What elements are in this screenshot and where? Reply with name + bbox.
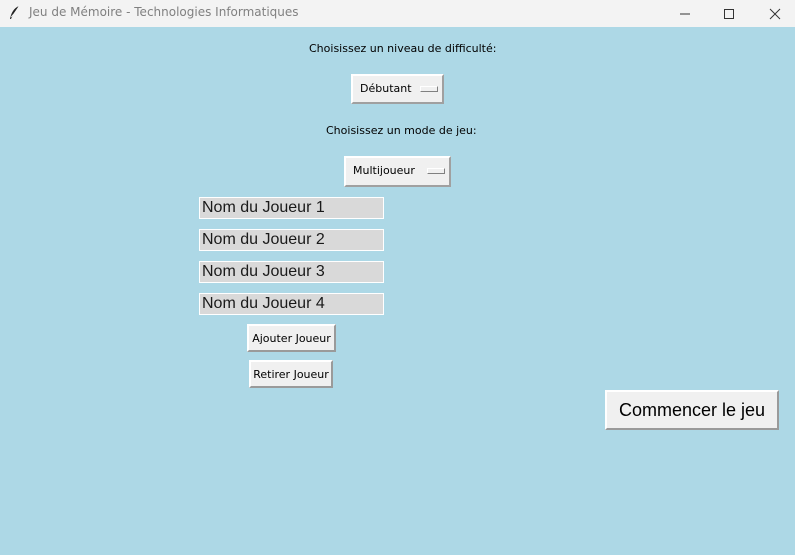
difficulty-select[interactable]: Débutant [351, 74, 444, 104]
add-player-button[interactable]: Ajouter Joueur [247, 324, 336, 352]
close-icon [769, 8, 781, 19]
minimize-button[interactable] [662, 0, 708, 27]
window-title: Jeu de Mémoire - Technologies Informatiq… [29, 5, 299, 19]
difficulty-selected: Débutant [360, 82, 412, 95]
mode-label: Choisissez un mode de jeu: [326, 124, 477, 137]
dropdown-indicator-icon [420, 86, 438, 92]
close-button[interactable] [752, 0, 795, 27]
remove-player-label: Retirer Joueur [253, 367, 329, 381]
maximize-icon [724, 8, 734, 19]
start-game-label: Commencer le jeu [618, 399, 766, 420]
player-3-name-field[interactable] [199, 261, 384, 283]
add-player-label: Ajouter Joueur [252, 331, 331, 345]
remove-player-button[interactable]: Retirer Joueur [249, 360, 333, 388]
player-4-name-field[interactable] [199, 293, 384, 315]
difficulty-label: Choisissez un niveau de difficulté: [309, 42, 497, 55]
minimize-icon [680, 13, 690, 14]
mode-selected: Multijoueur [353, 164, 415, 177]
main-window [0, 27, 795, 555]
maximize-button[interactable] [706, 0, 752, 27]
start-game-button[interactable]: Commencer le jeu [605, 390, 779, 430]
dropdown-indicator-icon [427, 168, 445, 174]
player-2-name-field[interactable] [199, 229, 384, 251]
mode-select[interactable]: Multijoueur [344, 156, 451, 187]
feather-icon [8, 5, 22, 21]
player-1-name-field[interactable] [199, 197, 384, 219]
title-bar: Jeu de Mémoire - Technologies Informatiq… [0, 0, 795, 27]
